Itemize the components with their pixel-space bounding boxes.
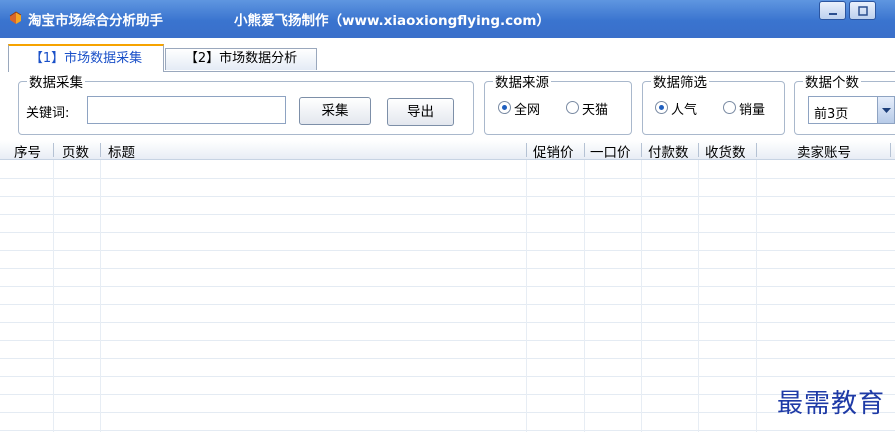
maximize-button[interactable] bbox=[849, 1, 876, 20]
table-row-line bbox=[0, 376, 895, 377]
table-row-line bbox=[0, 304, 895, 305]
minimize-button[interactable] bbox=[819, 1, 846, 20]
column-header-index[interactable]: 序号 bbox=[14, 141, 41, 161]
column-divider[interactable] bbox=[890, 143, 891, 157]
grid-column-line bbox=[584, 160, 585, 432]
table-row-line bbox=[0, 412, 895, 413]
filter-radio-sales[interactable] bbox=[723, 101, 736, 114]
table-header: 序号 页数 标题 促销价 一口价 付款数 收货数 卖家账号 bbox=[0, 140, 895, 161]
grid-column-line bbox=[526, 160, 527, 432]
maximize-icon bbox=[858, 6, 868, 16]
column-divider[interactable] bbox=[756, 143, 757, 157]
window-title: 淘宝市场综合分析助手 bbox=[28, 13, 163, 29]
column-divider[interactable] bbox=[641, 143, 642, 157]
tab-market-analysis[interactable]: 【2】市场数据分析 bbox=[165, 48, 317, 70]
table-row-line bbox=[0, 214, 895, 215]
column-header-payments[interactable]: 付款数 bbox=[648, 141, 689, 161]
count-select[interactable]: 前3页 bbox=[808, 96, 895, 124]
grid-column-line bbox=[100, 160, 101, 432]
export-button[interactable]: 导出 bbox=[387, 98, 454, 126]
filter-option-sales: 销量 bbox=[739, 103, 766, 118]
table-row-line bbox=[0, 430, 895, 431]
source-radio-all[interactable] bbox=[498, 101, 511, 114]
table-row-line bbox=[0, 358, 895, 359]
tab-market-collect[interactable]: 【1】市场数据采集 bbox=[8, 44, 164, 72]
table-row-line bbox=[0, 340, 895, 341]
column-divider[interactable] bbox=[698, 143, 699, 157]
count-select-value: 前3页 bbox=[814, 107, 849, 122]
keyword-label: 关键词: bbox=[26, 106, 70, 121]
source-option-tmall: 天猫 bbox=[582, 103, 609, 118]
column-header-title[interactable]: 标题 bbox=[108, 141, 135, 161]
minimize-icon bbox=[829, 13, 837, 15]
collect-group-label: 数据采集 bbox=[29, 75, 83, 91]
keyword-input[interactable] bbox=[87, 96, 286, 124]
table-row-line bbox=[0, 268, 895, 269]
column-header-seller[interactable]: 卖家账号 bbox=[797, 141, 851, 161]
filter-radio-popularity[interactable] bbox=[655, 101, 668, 114]
filter-group-label: 数据筛选 bbox=[653, 75, 707, 91]
source-group-label: 数据来源 bbox=[495, 75, 549, 91]
column-header-fixed-price[interactable]: 一口价 bbox=[590, 141, 631, 161]
table-row-line bbox=[0, 322, 895, 323]
table-row-line bbox=[0, 178, 895, 179]
column-divider[interactable] bbox=[584, 143, 585, 157]
chevron-down-icon bbox=[882, 108, 891, 113]
table-row-line bbox=[0, 196, 895, 197]
column-header-page[interactable]: 页数 bbox=[62, 141, 89, 161]
title-bar: 淘宝市场综合分析助手 小熊爱飞扬制作（www.xiaoxiongflying.c… bbox=[0, 0, 895, 38]
watermark-text: 最需教育 bbox=[776, 389, 885, 419]
column-header-promo-price[interactable]: 促销价 bbox=[533, 141, 574, 161]
grid-column-line bbox=[53, 160, 54, 432]
source-radio-tmall[interactable] bbox=[566, 101, 579, 114]
dropdown-arrow[interactable] bbox=[877, 97, 894, 123]
app-icon bbox=[9, 11, 22, 24]
grid-column-line bbox=[641, 160, 642, 432]
source-option-all: 全网 bbox=[514, 103, 541, 118]
grid-column-line bbox=[756, 160, 757, 432]
column-divider[interactable] bbox=[526, 143, 527, 157]
table-row-line bbox=[0, 250, 895, 251]
column-divider[interactable] bbox=[53, 143, 54, 157]
collect-button[interactable]: 采集 bbox=[299, 97, 371, 125]
window-subtitle: 小熊爱飞扬制作（www.xiaoxiongflying.com） bbox=[234, 13, 550, 29]
grid-column-line bbox=[698, 160, 699, 432]
table-row-line bbox=[0, 394, 895, 395]
table-body[interactable] bbox=[0, 160, 895, 432]
column-divider[interactable] bbox=[100, 143, 101, 157]
table-row-line bbox=[0, 286, 895, 287]
filter-option-popularity: 人气 bbox=[671, 103, 698, 118]
count-group-label: 数据个数 bbox=[805, 75, 859, 91]
table-row-line bbox=[0, 232, 895, 233]
column-header-received[interactable]: 收货数 bbox=[705, 141, 746, 161]
